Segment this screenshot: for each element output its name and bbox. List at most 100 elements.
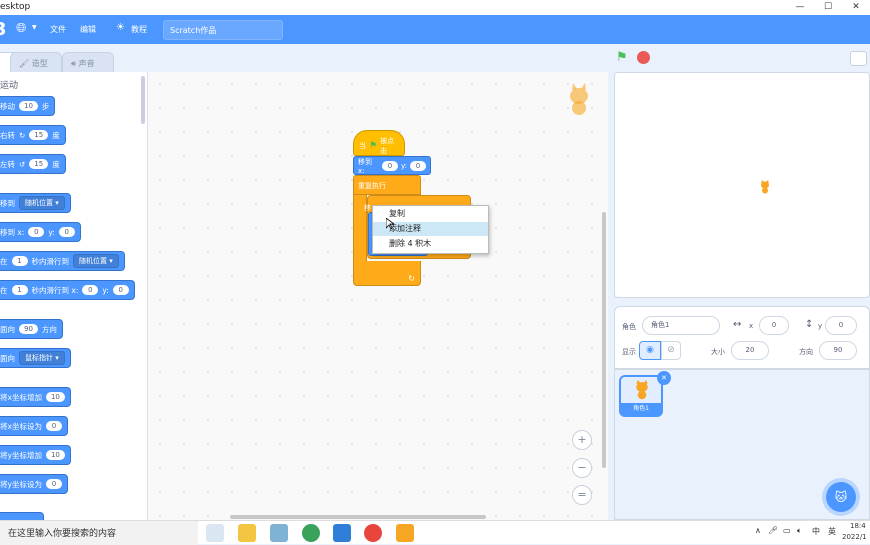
go-to-xy-block[interactable]: 移到 x: 0 y: 0 bbox=[353, 156, 431, 175]
y-position-input[interactable]: 0 bbox=[825, 316, 857, 335]
block-partial[interactable] bbox=[0, 512, 44, 520]
language-chevron-icon[interactable]: ▼ bbox=[32, 24, 37, 31]
loop-arrow-icon: ↻ bbox=[408, 274, 415, 283]
x-input[interactable]: 0 bbox=[382, 160, 398, 171]
tab-costumes[interactable]: 🖌︎ 造型 bbox=[10, 52, 62, 72]
scratch-taskbar-icon[interactable] bbox=[396, 524, 414, 542]
x-position-input[interactable]: 0 bbox=[759, 316, 789, 335]
block-go-to-xy[interactable]: 移到 x: 0 y: 0 bbox=[0, 222, 81, 242]
x-arrows-icon: ↔ bbox=[733, 319, 742, 330]
tray-mic-icon[interactable]: 🎤︎ bbox=[768, 526, 778, 535]
tab-sounds[interactable]: 🔊︎ 声音 bbox=[62, 52, 114, 72]
task-view-icon[interactable] bbox=[206, 524, 224, 542]
cat-sprite-icon[interactable] bbox=[759, 180, 771, 194]
tray-ime-indicator[interactable]: 中 bbox=[812, 526, 820, 537]
block-glide-to-xy[interactable]: 在 1 秒内滑行到 x: 0 y: 0 bbox=[0, 280, 135, 300]
app-icon[interactable] bbox=[270, 524, 288, 542]
green-flag-button[interactable]: ⚑ bbox=[616, 50, 628, 65]
sprite-thumbnail[interactable]: 角色1 ✕ bbox=[619, 371, 671, 417]
close-button[interactable]: ✕ bbox=[842, 0, 870, 15]
block-set-y[interactable]: 将y坐标设为 0 bbox=[0, 474, 68, 494]
direction-input[interactable]: 90 bbox=[819, 341, 857, 360]
stage-header: ⚑ bbox=[610, 44, 870, 72]
when-flag-clicked-block[interactable]: 当 ⚑ 被点击 bbox=[353, 130, 405, 156]
show-sprite-eye-icon[interactable]: ◉ bbox=[639, 341, 661, 360]
menu-delete-blocks[interactable]: 删除 4 积木 bbox=[373, 237, 488, 251]
zoom-reset-button[interactable]: = bbox=[572, 485, 592, 505]
degrees-input[interactable]: 15 bbox=[29, 130, 49, 140]
delete-sprite-trash-icon[interactable]: ✕ bbox=[657, 371, 671, 385]
block-change-y[interactable]: 将y坐标增加 10 bbox=[0, 445, 71, 465]
minimize-button[interactable]: — bbox=[786, 0, 814, 15]
steps-input[interactable]: 10 bbox=[19, 101, 38, 111]
windows-taskbar: 在这里输入你要搜索的内容 ∧ 🎤︎ ▭ 🔈︎ 中 英 18:4 2022/1 bbox=[0, 520, 870, 545]
workspace-horizontal-scrollbar[interactable] bbox=[230, 515, 486, 519]
direction-input[interactable]: 90 bbox=[19, 324, 38, 334]
tray-battery-icon[interactable]: ▭ bbox=[783, 526, 791, 535]
target-dropdown[interactable]: 随机位置 ▾ bbox=[19, 196, 65, 210]
stage[interactable] bbox=[614, 72, 870, 298]
chrome-icon[interactable] bbox=[364, 524, 382, 542]
project-title-input[interactable]: Scratch作品 bbox=[163, 20, 283, 40]
block-move-steps[interactable]: 移动 10 步 bbox=[0, 96, 56, 116]
block-change-x[interactable]: 将x坐标增加 10 bbox=[0, 387, 71, 407]
stage-size-toggle-button[interactable] bbox=[850, 51, 867, 66]
zoom-out-button[interactable]: − bbox=[572, 458, 592, 478]
scratch-logo[interactable]: 3 bbox=[0, 19, 7, 40]
seconds-input[interactable]: 1 bbox=[11, 285, 28, 295]
palette-scrollbar[interactable] bbox=[141, 76, 145, 124]
mouse-cursor-icon bbox=[386, 218, 394, 230]
value-input[interactable]: 10 bbox=[45, 450, 65, 460]
wechat-icon[interactable] bbox=[302, 524, 320, 542]
window-titlebar: esktop — ☐ ✕ bbox=[0, 0, 870, 15]
target-dropdown[interactable]: 鼠标指针 ▾ bbox=[19, 351, 65, 365]
workspace-vertical-scrollbar[interactable] bbox=[602, 212, 606, 468]
speaker-icon: 🔊︎ bbox=[71, 59, 77, 68]
value-input[interactable]: 0 bbox=[45, 479, 62, 489]
tray-ime-mode[interactable]: 英 bbox=[828, 526, 836, 537]
file-explorer-icon[interactable] bbox=[238, 524, 256, 542]
forever-block[interactable]: 重复执行 bbox=[353, 175, 421, 195]
target-dropdown[interactable]: 随机位置 ▾ bbox=[73, 254, 119, 268]
x-input[interactable]: 0 bbox=[28, 227, 45, 237]
block-turn-right[interactable]: 右转 ↻ 15 度 bbox=[0, 125, 66, 145]
tray-chevron-up-icon[interactable]: ∧ bbox=[755, 526, 761, 535]
tray-volume-icon[interactable]: 🔈︎ bbox=[797, 526, 802, 536]
block-point-towards[interactable]: 面向 鼠标指针 ▾ bbox=[0, 348, 71, 368]
maximize-button[interactable]: ☐ bbox=[814, 0, 842, 15]
value-input[interactable]: 10 bbox=[45, 392, 65, 402]
block-glide-to[interactable]: 在 1 秒内滑行到 随机位置 ▾ bbox=[0, 251, 125, 271]
sprite-name-input[interactable]: 角色1 bbox=[642, 316, 720, 335]
menu-edit[interactable]: 编辑 bbox=[80, 24, 96, 35]
forever-block-bottom: ↻ bbox=[353, 261, 421, 286]
app-icon[interactable] bbox=[333, 524, 351, 542]
y-input[interactable]: 0 bbox=[58, 227, 75, 237]
show-label: 显示 bbox=[622, 348, 636, 356]
globe-icon[interactable]: 🌐︎ bbox=[16, 21, 26, 36]
value-input[interactable]: 0 bbox=[45, 421, 62, 431]
y-input[interactable]: 0 bbox=[410, 160, 426, 171]
block-turn-left[interactable]: 左转 ↺ 15 度 bbox=[0, 154, 66, 174]
editor-tabs: 🖌︎ 造型 🔊︎ 声音 bbox=[0, 44, 610, 72]
clock-date[interactable]: 2022/1 bbox=[842, 533, 867, 541]
choose-sprite-button[interactable]: 🐱︎ bbox=[826, 482, 856, 512]
block-point-direction[interactable]: 面向 90 方向 bbox=[0, 319, 63, 339]
block-set-x[interactable]: 将x坐标设为 0 bbox=[0, 416, 68, 436]
category-heading: 运动 bbox=[0, 81, 19, 91]
block-go-to[interactable]: 移到 随机位置 ▾ bbox=[0, 193, 71, 213]
degrees-input[interactable]: 15 bbox=[29, 159, 49, 169]
clock-time[interactable]: 18:4 bbox=[850, 522, 866, 530]
stop-button[interactable] bbox=[637, 51, 650, 64]
x-input[interactable]: 0 bbox=[82, 285, 99, 295]
sprite-info-panel: 角色 角色1 ↔ x 0 ↕ y 0 显示 ◉ ⊘ 大小 20 方向 90 bbox=[614, 306, 870, 369]
menu-file[interactable]: 文件 bbox=[50, 24, 66, 35]
zoom-in-button[interactable]: + bbox=[572, 430, 592, 450]
hide-sprite-eye-icon[interactable]: ⊘ bbox=[661, 341, 681, 360]
sprite-label: 角色 bbox=[622, 323, 636, 331]
menu-tutorials[interactable]: 教程 bbox=[131, 24, 147, 35]
lightbulb-icon: ☀ bbox=[116, 22, 125, 33]
y-input[interactable]: 0 bbox=[112, 285, 129, 295]
seconds-input[interactable]: 1 bbox=[11, 256, 28, 266]
taskbar-search-input[interactable]: 在这里输入你要搜索的内容 bbox=[0, 521, 198, 545]
size-input[interactable]: 20 bbox=[731, 341, 769, 360]
